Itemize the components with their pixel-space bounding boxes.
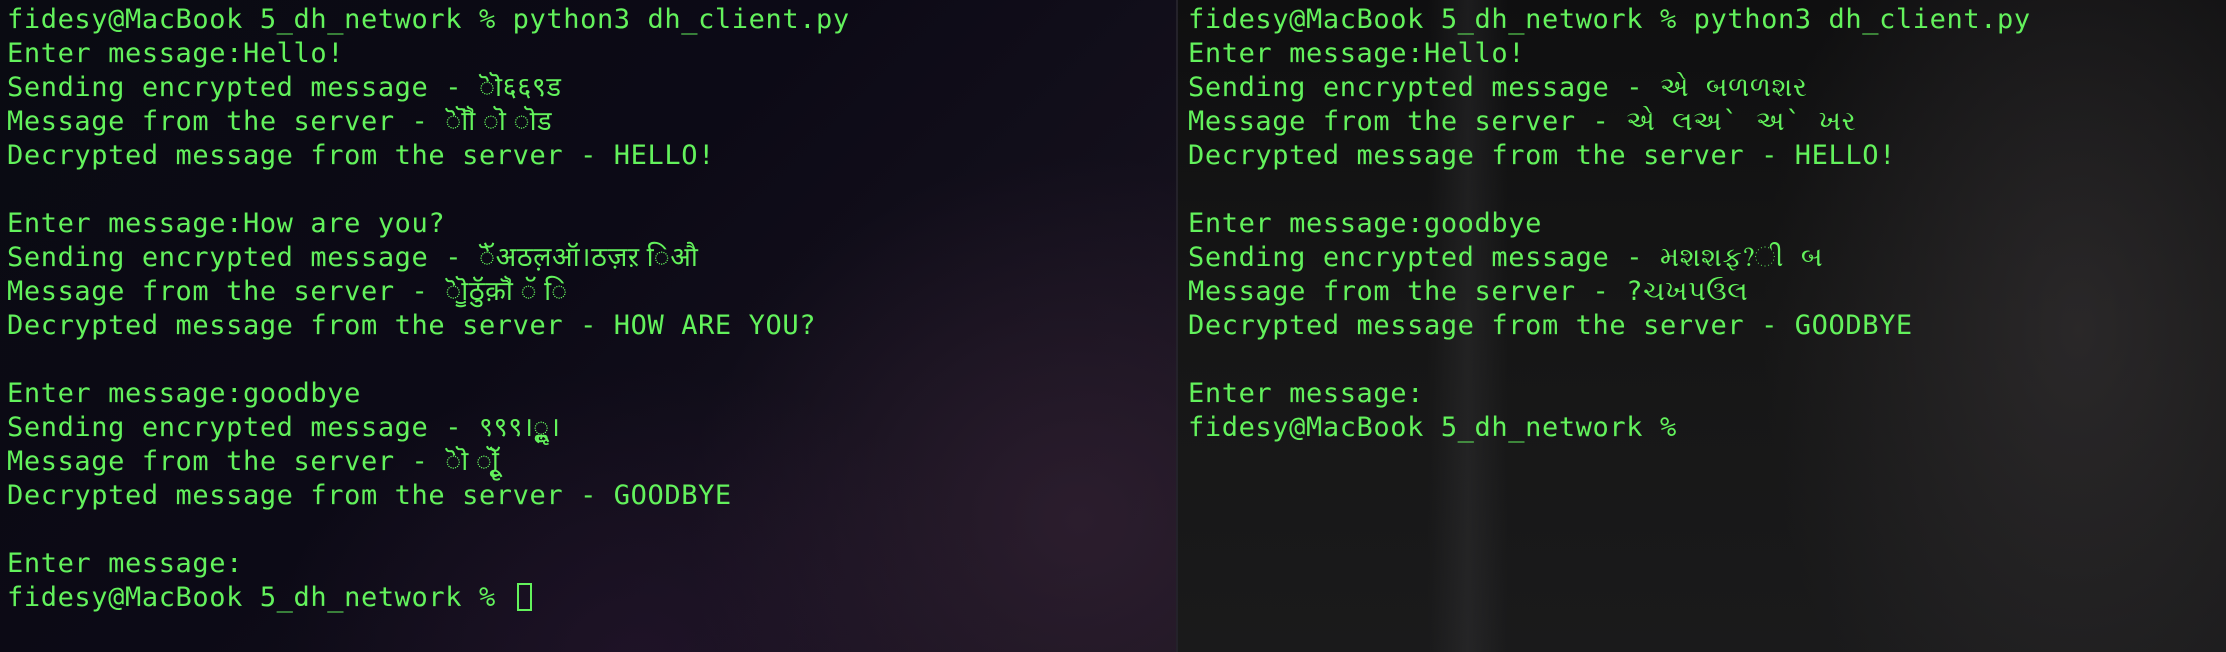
- command-line: fidesy@MacBook 5_dh_network % python3 dh…: [1188, 4, 2031, 35]
- decrypted-line: Decrypted message from the server - HELL…: [1188, 140, 1896, 171]
- server-message-line: Message from the server - ॆॊॏ ॊ ॊड: [7, 106, 553, 137]
- sending-line: Sending encrypted message - ॆॅअठल़ऑ।ठज़ऱ…: [7, 242, 699, 273]
- sending-line: Sending encrypted message - મશશફ?ી બ: [1188, 242, 1824, 273]
- prompt-line: Enter message:How are you?: [7, 208, 446, 239]
- sending-line: Sending encrypted message - ॆॊ६६९ड: [7, 72, 562, 103]
- server-message-line: Message from the server - ?ચખપઉલ: [1188, 276, 1749, 307]
- prompt-line: Enter message:Hello!: [7, 38, 345, 69]
- server-message-line: Message from the server - એ લઅ` અ` ખર: [1188, 106, 1857, 137]
- decrypted-line: Decrypted message from the server - HELL…: [7, 140, 715, 171]
- prompt-line: Enter message:goodbye: [7, 378, 361, 409]
- terminal-cursor: [516, 583, 532, 611]
- prompt-line: Enter message:Hello!: [1188, 38, 1526, 69]
- server-message-line: Message from the server - ॆॊ ॊॄूॅ: [7, 446, 500, 477]
- shell-prompt-row[interactable]: fidesy@MacBook 5_dh_network %: [7, 581, 1176, 615]
- shell-prompt: fidesy@MacBook 5_dh_network %: [1188, 412, 1677, 443]
- terminal-split-view: fidesy@MacBook 5_dh_network % python3 dh…: [0, 0, 2226, 652]
- server-message-line: Message from the server - ॆॊॗठुॅक़ॏ ॅ ि: [7, 276, 568, 307]
- sending-line: Sending encrypted message - એ બળળશર: [1188, 72, 1808, 103]
- right-terminal-pane[interactable]: fidesy@MacBook 5_dh_network % python3 dh…: [1178, 0, 2226, 652]
- shell-prompt: fidesy@MacBook 5_dh_network %: [7, 582, 513, 613]
- prompt-line: Enter message:goodbye: [1188, 208, 1542, 239]
- left-terminal-pane[interactable]: fidesy@MacBook 5_dh_network % python3 dh…: [0, 0, 1176, 652]
- final-prompt-line: Enter message:: [1188, 378, 1424, 409]
- sending-line: Sending encrypted message - ९९९।ॢू।: [7, 412, 561, 443]
- final-prompt-line: Enter message:: [7, 548, 243, 579]
- decrypted-line: Decrypted message from the server - GOOD…: [7, 480, 732, 511]
- decrypted-line: Decrypted message from the server - HOW …: [7, 310, 817, 341]
- decrypted-line: Decrypted message from the server - GOOD…: [1188, 310, 1913, 341]
- command-line: fidesy@MacBook 5_dh_network % python3 dh…: [7, 4, 850, 35]
